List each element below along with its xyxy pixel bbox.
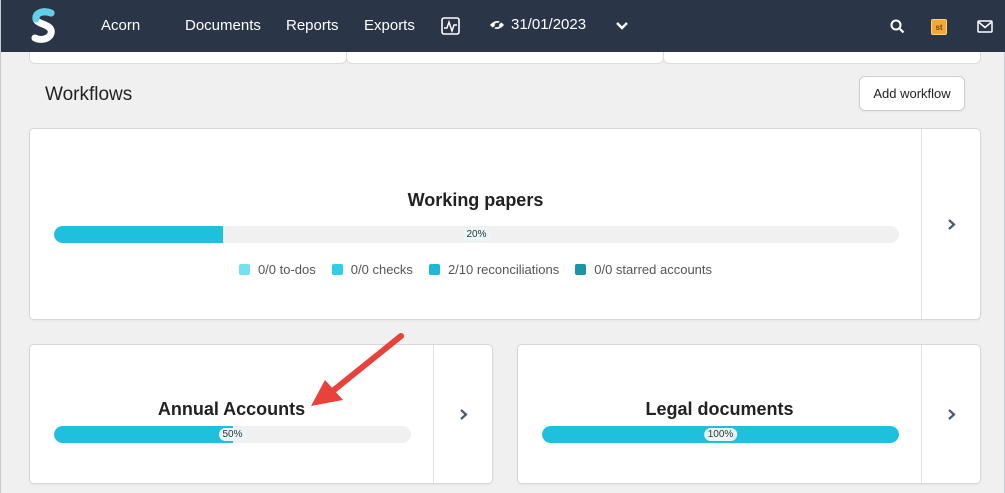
add-workflow-button[interactable]: Add workflow bbox=[859, 76, 965, 111]
workflow-card-annual-accounts[interactable]: Annual Accounts 50% bbox=[29, 344, 493, 484]
nav-company[interactable]: Acorn bbox=[101, 17, 140, 34]
progress-bar: 20% bbox=[54, 226, 899, 243]
nav-reports[interactable]: Reports bbox=[286, 17, 339, 34]
workflow-card-legal-documents[interactable]: Legal documents 100% bbox=[517, 344, 981, 484]
progress-fill bbox=[54, 226, 223, 243]
nav-documents[interactable]: Documents bbox=[185, 17, 261, 34]
legend-swatch bbox=[428, 264, 440, 275]
logo-icon[interactable] bbox=[29, 8, 59, 44]
chevron-down-icon[interactable] bbox=[615, 21, 629, 31]
section-title: Workflows bbox=[45, 84, 133, 105]
card-title: Legal documents bbox=[645, 399, 794, 419]
legend-label: 0/0 to-dos bbox=[257, 262, 316, 277]
search-icon[interactable] bbox=[890, 19, 905, 34]
mail-icon[interactable] bbox=[977, 20, 993, 33]
legend-label: 0/0 starred accounts bbox=[594, 262, 713, 277]
card-body[interactable]: Working papers 20% 0/0 to-dos 0/0 checks… bbox=[30, 129, 921, 319]
progress-label: 50% bbox=[218, 428, 247, 441]
summary-card-remnant bbox=[346, 52, 664, 64]
legend-item: 0/0 starred accounts bbox=[575, 262, 712, 277]
card-open-button[interactable] bbox=[921, 129, 980, 319]
legend-label: 0/0 checks bbox=[350, 262, 413, 277]
summary-card-remnant bbox=[663, 52, 981, 64]
progress-bar: 50% bbox=[54, 426, 411, 443]
eye-icon bbox=[490, 18, 504, 31]
legend-item: 2/10 reconciliations bbox=[428, 262, 560, 277]
progress-fill bbox=[54, 426, 233, 443]
chevron-right-icon bbox=[947, 408, 956, 420]
top-navbar: Acorn Documents Reports Exports 31/01/20… bbox=[1, 0, 1005, 52]
card-title: Working papers bbox=[407, 190, 544, 210]
progress-bar: 100% bbox=[542, 426, 899, 443]
legend-swatch bbox=[238, 264, 250, 275]
date-text: 31/01/2023 bbox=[511, 16, 587, 33]
nav-exports[interactable]: Exports bbox=[364, 17, 415, 34]
chevron-right-icon bbox=[459, 408, 468, 420]
card-body[interactable]: Legal documents 100% bbox=[518, 345, 921, 483]
progress-label: 100% bbox=[703, 428, 738, 441]
legend-label: 2/10 reconciliations bbox=[447, 262, 560, 277]
legend-swatch bbox=[575, 264, 587, 275]
summary-card-remnant bbox=[29, 52, 347, 64]
legend-item: 0/0 checks bbox=[331, 262, 413, 277]
annotation-arrow-icon bbox=[311, 333, 404, 406]
card-open-button[interactable] bbox=[921, 345, 980, 483]
legend-swatch bbox=[331, 264, 343, 275]
legend-item: 0/0 to-dos bbox=[238, 262, 316, 277]
activity-icon[interactable] bbox=[441, 17, 460, 35]
workflow-card-working-papers[interactable]: Working papers 20% 0/0 to-dos 0/0 checks… bbox=[29, 128, 981, 320]
legend: 0/0 to-dos 0/0 checks 2/10 reconciliatio… bbox=[30, 262, 921, 277]
progress-label: 20% bbox=[462, 228, 491, 241]
card-open-button[interactable] bbox=[433, 345, 492, 483]
chevron-right-icon bbox=[947, 218, 956, 230]
user-badge[interactable]: st bbox=[931, 19, 947, 35]
date-selector[interactable]: 31/01/2023 bbox=[489, 16, 586, 33]
